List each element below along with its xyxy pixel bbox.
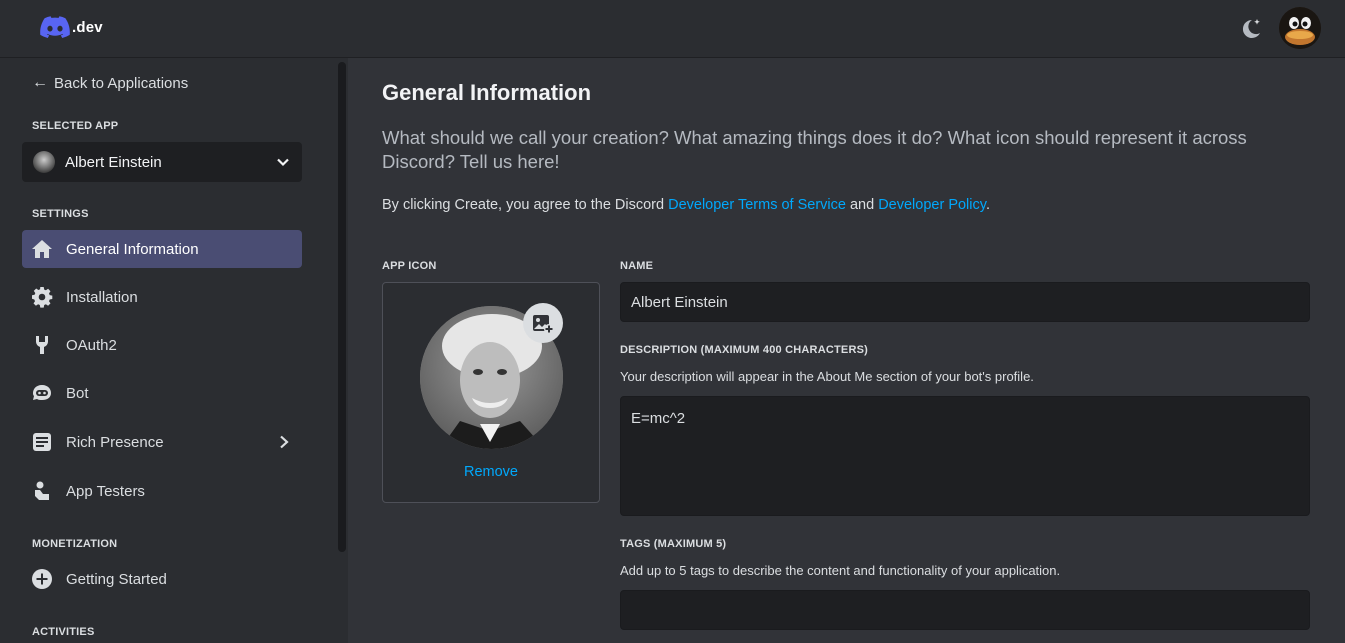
activities-heading: ACTIVITIES bbox=[32, 626, 95, 638]
back-to-applications-link[interactable]: ← Back to Applications bbox=[32, 74, 188, 92]
terms-agreement-text: By clicking Create, you agree to the Dis… bbox=[382, 197, 990, 213]
discord-logo-icon bbox=[40, 16, 70, 38]
chevron-right-icon bbox=[280, 435, 289, 449]
name-input[interactable]: Albert Einstein bbox=[620, 282, 1310, 322]
sidebar-item-label: General Information bbox=[66, 240, 199, 258]
description-textarea[interactable]: E=mc^2 bbox=[620, 396, 1310, 516]
agree-suffix: . bbox=[985, 197, 990, 213]
add-image-icon bbox=[533, 315, 554, 334]
settings-heading: SETTINGS bbox=[32, 208, 89, 220]
selected-app-heading: SELECTED APP bbox=[32, 120, 119, 132]
sidebar-item-general-information[interactable]: General Information bbox=[22, 230, 302, 268]
document-icon bbox=[31, 431, 53, 453]
name-label: NAME bbox=[620, 260, 654, 272]
app-icon-uploader: Remove bbox=[382, 282, 600, 503]
logo-text: .dev bbox=[72, 18, 103, 36]
moon-icon[interactable] bbox=[1238, 16, 1264, 42]
wrench-icon bbox=[31, 334, 53, 356]
discord-dev-logo[interactable]: .dev bbox=[40, 16, 103, 38]
add-image-button[interactable] bbox=[523, 303, 563, 343]
tags-help: Add up to 5 tags to describe the content… bbox=[620, 563, 1061, 578]
bot-icon bbox=[31, 382, 53, 404]
top-bar: .dev bbox=[0, 0, 1345, 58]
agree-prefix: By clicking Create, you agree to the Dis… bbox=[382, 197, 669, 213]
page-title: General Information bbox=[382, 80, 592, 105]
sidebar-item-label: OAuth2 bbox=[66, 336, 117, 354]
tags-input[interactable] bbox=[620, 590, 1310, 630]
sidebar-item-installation[interactable]: Installation bbox=[22, 278, 302, 316]
selected-app-name: Albert Einstein bbox=[65, 153, 162, 171]
back-label: Back to Applications bbox=[54, 74, 189, 92]
monetization-heading: MONETIZATION bbox=[32, 538, 118, 550]
sidebar-item-app-testers[interactable]: App Testers bbox=[22, 472, 302, 510]
gear-icon bbox=[31, 286, 53, 308]
user-icon bbox=[31, 480, 53, 502]
user-avatar[interactable] bbox=[1279, 7, 1321, 49]
sidebar-item-label: App Testers bbox=[66, 482, 145, 500]
plus-circle-icon bbox=[31, 568, 53, 590]
sidebar-item-getting-started[interactable]: Getting Started bbox=[22, 560, 302, 598]
agree-and: and bbox=[845, 197, 879, 213]
home-icon bbox=[31, 238, 53, 260]
description-help: Your description will appear in the Abou… bbox=[620, 369, 1034, 384]
sidebar-item-label: Installation bbox=[66, 288, 138, 306]
chevron-down-icon bbox=[277, 158, 289, 167]
sidebar-item-label: Getting Started bbox=[66, 570, 167, 588]
developer-terms-link[interactable]: Developer Terms of Service bbox=[668, 197, 846, 213]
app-avatar bbox=[33, 151, 55, 173]
developer-policy-link[interactable]: Developer Policy bbox=[878, 197, 986, 213]
remove-icon-link[interactable]: Remove bbox=[383, 464, 599, 480]
sidebar-item-oauth2[interactable]: OAuth2 bbox=[22, 326, 302, 364]
app-icon-label: APP ICON bbox=[382, 260, 437, 272]
page-subtitle: What should we call your creation? What … bbox=[382, 127, 1247, 172]
arrow-left-icon: ← bbox=[32, 74, 48, 91]
sidebar-item-label: Bot bbox=[66, 384, 89, 402]
sidebar: ← Back to Applications SELECTED APP Albe… bbox=[0, 58, 348, 643]
sidebar-item-label: Rich Presence bbox=[66, 433, 164, 451]
description-label: DESCRIPTION (MAXIMUM 400 CHARACTERS) bbox=[620, 344, 868, 356]
sidebar-scrollbar[interactable] bbox=[338, 62, 346, 552]
app-selector-dropdown[interactable]: Albert Einstein bbox=[22, 142, 302, 182]
tags-label: TAGS (MAXIMUM 5) bbox=[620, 538, 727, 550]
sidebar-item-bot[interactable]: Bot bbox=[22, 374, 302, 412]
sidebar-item-rich-presence[interactable]: Rich Presence bbox=[22, 423, 302, 461]
